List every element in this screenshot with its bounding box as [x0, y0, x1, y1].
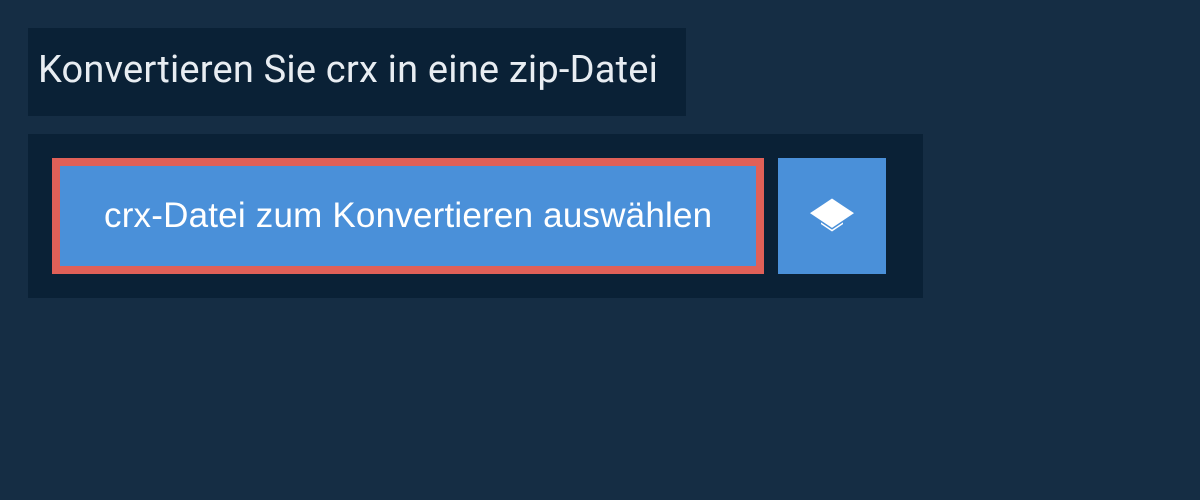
- select-file-label: crx-Datei zum Konvertieren auswählen: [104, 196, 712, 236]
- button-row: crx-Datei zum Konvertieren auswählen: [52, 158, 899, 274]
- dropbox-icon: [810, 193, 854, 240]
- page-title: Konvertieren Sie crx in eine zip-Datei: [38, 48, 658, 92]
- dropbox-button[interactable]: [778, 158, 886, 274]
- upload-panel: crx-Datei zum Konvertieren auswählen: [28, 134, 923, 298]
- heading-container: Konvertieren Sie crx in eine zip-Datei: [28, 28, 686, 116]
- converter-panel: Konvertieren Sie crx in eine zip-Datei c…: [0, 0, 1200, 298]
- select-file-button[interactable]: crx-Datei zum Konvertieren auswählen: [52, 158, 764, 274]
